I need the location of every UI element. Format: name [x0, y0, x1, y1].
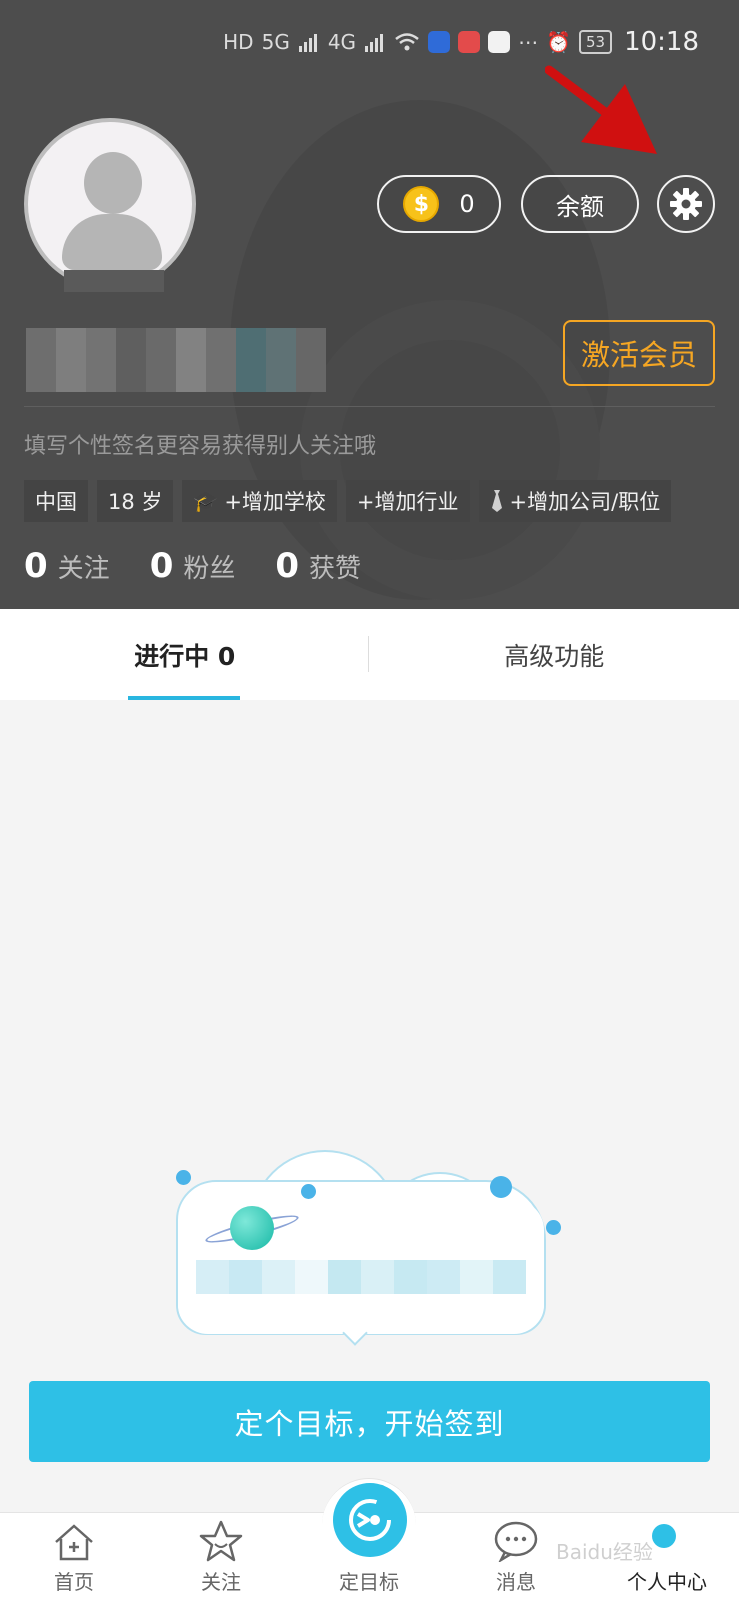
alarm-icon: ⏰: [546, 30, 571, 54]
nav-home-label: 首页: [54, 1570, 94, 1594]
balance-button[interactable]: 余额: [521, 175, 639, 233]
username-blurred: [26, 328, 326, 392]
decor-dot: [301, 1184, 316, 1199]
nav-messages-label: 消息: [496, 1570, 536, 1594]
balance-label: 余额: [556, 192, 604, 221]
annotation-arrow-icon: [545, 65, 657, 154]
signal-bars-icon: [298, 34, 317, 52]
nav-follow-label: 关注: [201, 1570, 241, 1594]
stat-likes-count: 0: [275, 546, 300, 586]
battery-indicator: 53: [578, 30, 613, 54]
watermark: Baidu经验: [556, 1540, 653, 1564]
tag-country[interactable]: 中国: [24, 480, 88, 522]
signature-placeholder[interactable]: 填写个性签名更容易获得别人关注哦: [24, 428, 376, 460]
tag-age-label: 18 岁: [108, 490, 163, 514]
tag-age[interactable]: 18 岁: [97, 480, 174, 522]
nav-center-goal-button[interactable]: [333, 1483, 407, 1557]
4g-signal-icon: 4G: [327, 30, 357, 54]
graduation-cap-icon: 🎓: [193, 489, 219, 513]
coin-icon: $: [403, 186, 440, 222]
profile-icon: [652, 1524, 676, 1548]
nav-follow[interactable]: 关注: [161, 1513, 281, 1600]
tab-advanced-features[interactable]: 高级功能: [370, 609, 739, 700]
stat-likes[interactable]: 0 获赞: [275, 546, 361, 586]
decor-dot: [490, 1176, 512, 1198]
tag-add-company-label: +增加公司/职位: [509, 490, 661, 514]
tab-in-progress[interactable]: 进行中 0: [0, 609, 370, 700]
hd-signal-icon: HD: [223, 30, 254, 54]
profile-stats: 0 关注 0 粉丝 0 获赞: [24, 546, 361, 586]
app-icon-red: [458, 31, 481, 53]
signal-bars-icon-2: [365, 34, 384, 52]
more-icon: ⋯: [518, 30, 539, 54]
set-goal-button[interactable]: 定个目标，开始签到: [29, 1381, 710, 1462]
profile-header: HD 5G 4G ⋯ ⏰ 53 10:18 $ 0 余额 激活会员 填写个性签名…: [0, 0, 739, 609]
stat-followers[interactable]: 0 粉丝: [150, 546, 236, 586]
home-icon: [55, 1524, 93, 1561]
app-icon-blue: [428, 31, 451, 53]
header-divider: [24, 406, 715, 407]
coin-button[interactable]: $ 0: [377, 175, 501, 233]
stat-likes-label: 获赞: [309, 554, 362, 584]
decor-dot: [176, 1170, 191, 1185]
stat-following-count: 0: [24, 546, 48, 586]
planet-icon: [230, 1206, 274, 1250]
profile-tags: 中国 18 岁 🎓 +增加学校 +增加行业 +增加公司/职位: [24, 480, 672, 522]
avatar[interactable]: [24, 118, 196, 290]
tie-icon: [491, 490, 502, 512]
tab-separator: [368, 636, 369, 672]
star-icon: [199, 1520, 243, 1562]
wifi-icon: [395, 33, 419, 51]
message-icon: [494, 1521, 538, 1562]
stat-following-label: 关注: [57, 554, 110, 584]
tag-add-school-label: +增加学校: [224, 490, 326, 514]
empty-state-illustration: [160, 1150, 580, 1350]
stat-followers-count: 0: [149, 546, 174, 586]
status-bar: HD 5G 4G ⋯ ⏰ 53 10:18: [223, 20, 699, 64]
tag-add-school[interactable]: 🎓 +增加学校: [182, 480, 337, 522]
blurred-empty-text: [196, 1260, 526, 1294]
tag-country-label: 中国: [35, 490, 77, 514]
clock: 10:18: [624, 27, 699, 57]
target-icon: [349, 1499, 391, 1541]
nav-profile-label: 个人中心: [627, 1570, 707, 1594]
gear-icon: [670, 188, 702, 220]
settings-button[interactable]: [657, 175, 715, 233]
content-tabs: 进行中 0 高级功能: [0, 609, 739, 700]
tag-add-company[interactable]: +增加公司/职位: [478, 480, 672, 522]
avatar-caption-blur: [64, 270, 164, 292]
decor-dot: [546, 1220, 561, 1235]
avatar-head-shape: [84, 152, 142, 214]
avatar-body-shape: [62, 214, 162, 270]
stat-following[interactable]: 0 关注: [24, 546, 110, 586]
stat-followers-label: 粉丝: [183, 554, 236, 584]
tag-add-industry-label: +增加行业: [356, 490, 459, 514]
activate-membership-button[interactable]: 激活会员: [563, 320, 715, 386]
5g-signal-icon: 5G: [261, 30, 290, 54]
coin-count: 0: [459, 190, 475, 218]
app-icon-white: [488, 31, 511, 53]
nav-home[interactable]: 首页: [14, 1513, 134, 1600]
tag-add-industry[interactable]: +增加行业: [345, 480, 470, 522]
